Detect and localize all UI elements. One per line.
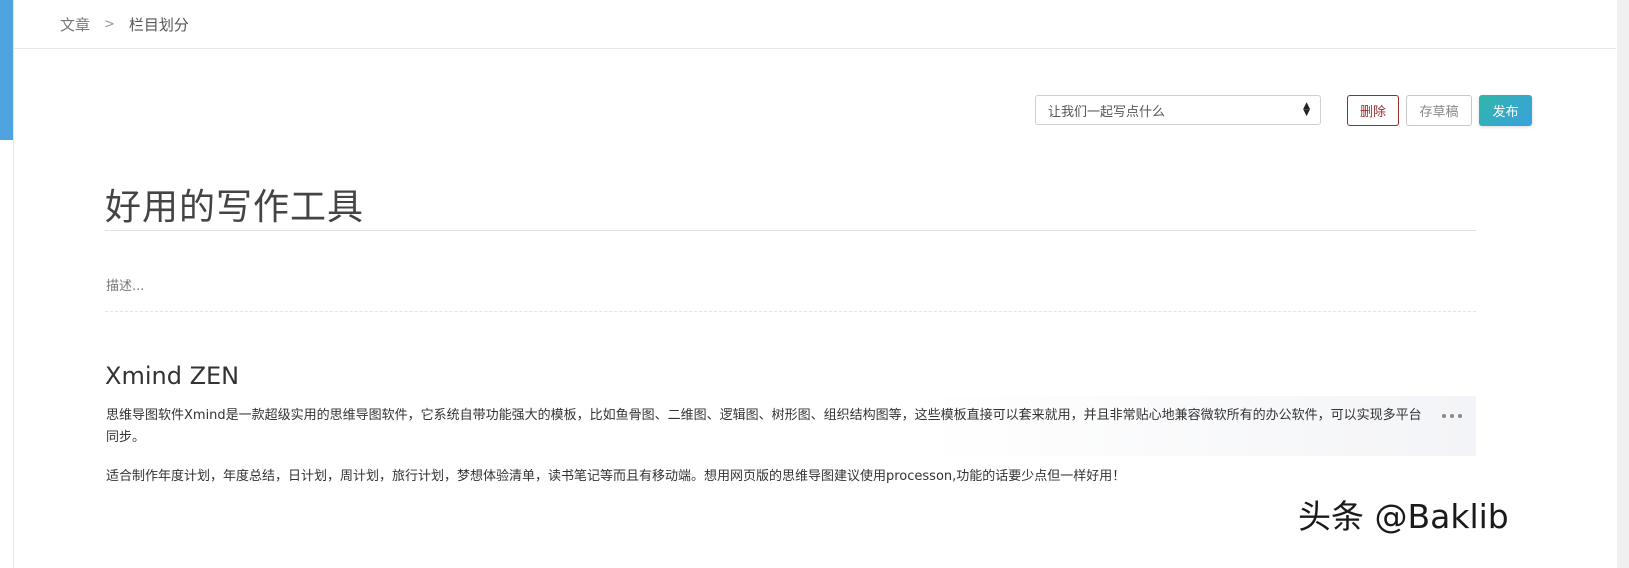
watermark-text: 头条 @Baklib: [1298, 497, 1509, 536]
delete-button[interactable]: 删除: [1347, 95, 1399, 126]
description-input[interactable]: 描述...: [106, 275, 144, 294]
sidebar-accent: [0, 0, 13, 140]
header-divider: [13, 48, 1616, 49]
breadcrumb-current: 栏目划分: [128, 16, 189, 34]
category-select[interactable]: 让我们一起写点什么 ▲ ▼: [1035, 95, 1321, 125]
breadcrumb-parent-link[interactable]: 文章: [60, 14, 90, 35]
more-options-icon[interactable]: [1442, 408, 1462, 424]
publish-button[interactable]: 发布: [1479, 95, 1532, 126]
paragraph-2[interactable]: 适合制作年度计划，年度总结，日计划，周计划，旅行计划，梦想体验清单，读书笔记等而…: [106, 466, 1446, 488]
category-select-value: 让我们一起写点什么: [1048, 104, 1166, 120]
title-underline: [105, 230, 1476, 231]
breadcrumb: 文章 > 栏目划分: [60, 14, 189, 35]
section-heading[interactable]: Xmind ZEN: [105, 362, 239, 390]
description-divider: [105, 311, 1476, 312]
save-draft-button[interactable]: 存草稿: [1406, 95, 1472, 126]
select-caret-icon: ▲ ▼: [1303, 101, 1310, 118]
breadcrumb-separator: >: [104, 17, 115, 32]
article-title-input[interactable]: 好用的写作工具: [105, 178, 364, 230]
paragraph-1[interactable]: 思维导图软件Xmind是一款超级实用的思维导图软件，它系统自带功能强大的模板，比…: [106, 405, 1424, 449]
